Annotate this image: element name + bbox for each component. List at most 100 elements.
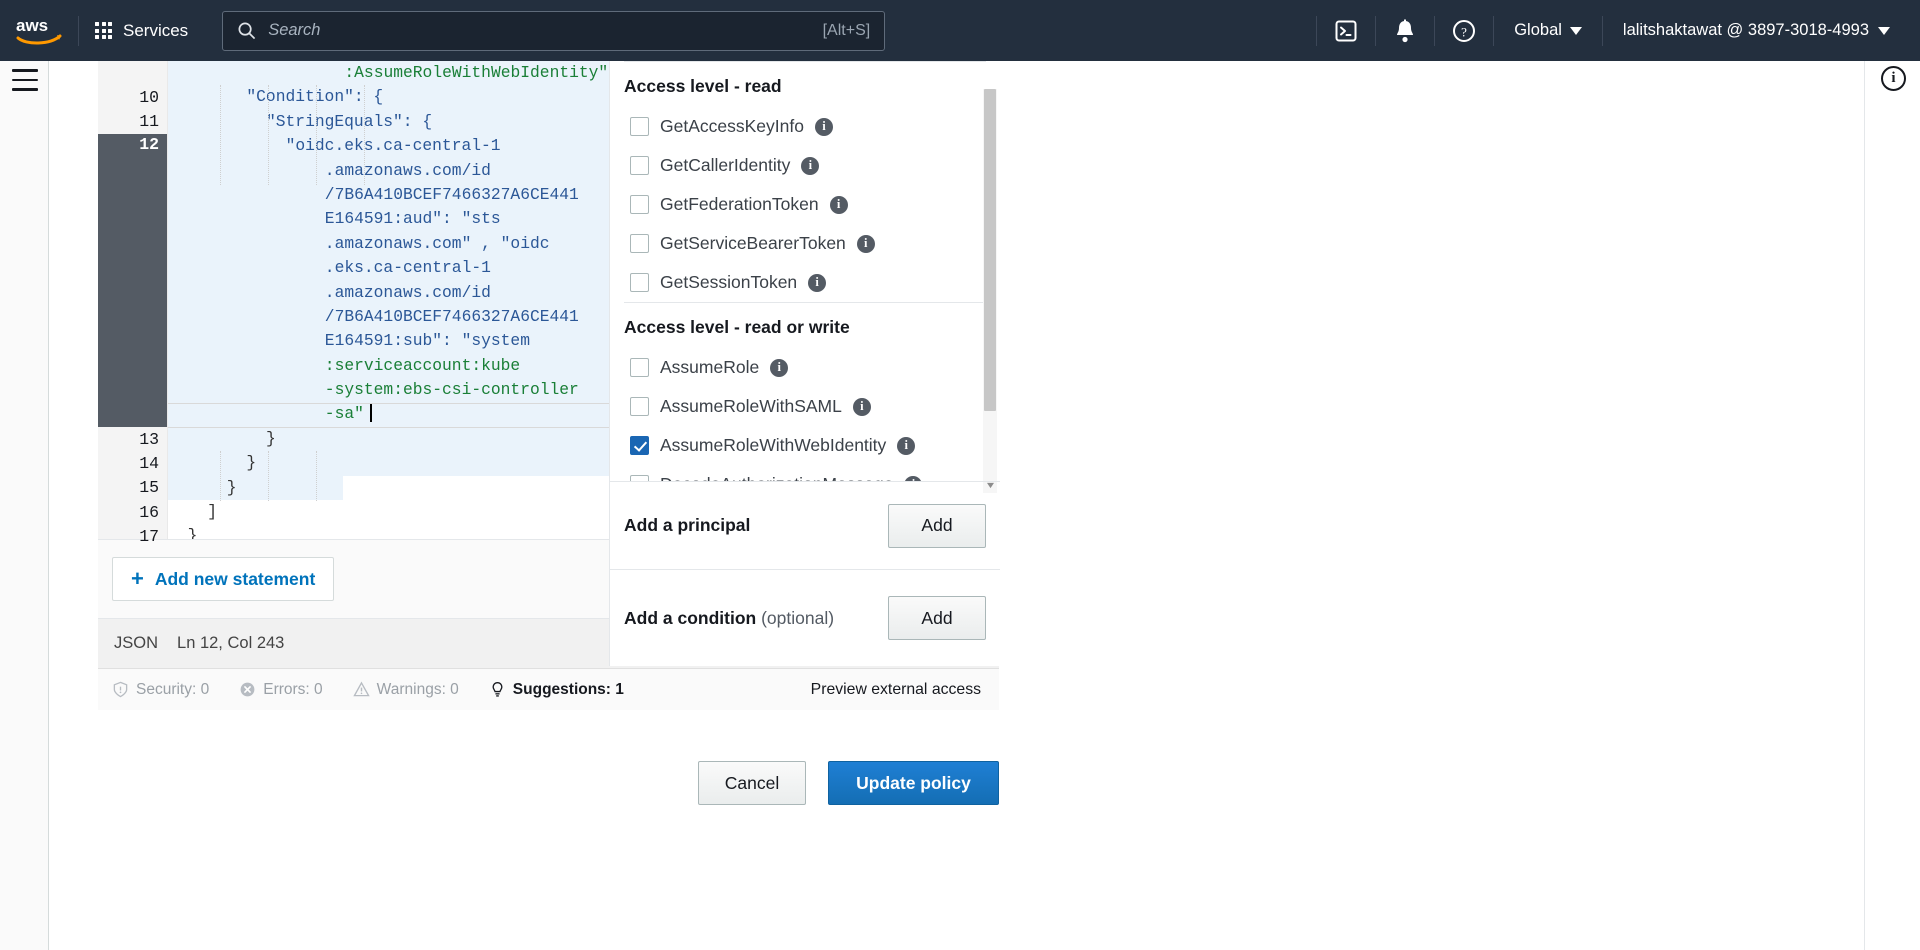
code-token: E164591:sub": "system [324,331,530,351]
permission-label[interactable]: GetServiceBearerToken [660,233,846,254]
cloudshell-icon [1335,20,1357,41]
checkbox-unchecked[interactable] [630,156,649,175]
text-cursor [369,403,372,423]
code-token: -sa" [324,404,364,424]
permission-row[interactable]: GetServiceBearerToken i [624,224,986,263]
permission-label[interactable]: GetFederationToken [660,194,819,215]
permission-row[interactable]: AssumeRoleWithSAML i [624,387,986,426]
info-icon[interactable]: i [897,436,916,455]
help-button[interactable]: ? [1435,0,1493,61]
permissions-panel: Access level - read GetAccessKeyInfo i GetC… [609,61,1000,666]
code-token: "StringEquals": { [266,111,433,131]
permission-label[interactable]: DecodeAuthorizationMessage [660,474,893,481]
permission-label[interactable]: AssumeRoleWithWebIdentity [660,435,886,456]
warnings-findings[interactable]: Warnings: 0 [352,680,459,699]
access-level-heading: Access level - read [624,76,782,96]
permission-row[interactable]: GetFederationToken i [624,185,986,224]
security-findings[interactable]: Security: 0 [112,681,209,699]
access-level-heading: Access level - read or write [624,317,850,337]
permissions-scroll-region[interactable]: Access level - read GetAccessKeyInfo i GetC… [610,61,1000,481]
update-policy-button[interactable]: Update policy [828,761,999,805]
indent-guide [268,85,269,185]
info-icon[interactable]: i [829,195,848,214]
region-selector[interactable]: Global [1494,0,1602,61]
lightbulb-icon [492,682,503,697]
warnings-label: Warnings: 0 [376,680,459,698]
permission-row[interactable]: DecodeAuthorizationMessagei [624,465,986,481]
checkbox-unchecked[interactable] [630,358,649,377]
editor-cursor-position: Ln 12, Col 243 [177,634,285,652]
notifications-button[interactable] [1376,0,1434,61]
code-token: :AssumeRoleWithWebIdentity", [344,63,618,82]
permission-label[interactable]: AssumeRole [660,357,759,378]
permission-row[interactable]: AssumeRole i [624,348,986,387]
left-rail [0,61,49,950]
permission-label[interactable]: GetCallerIdentity [660,155,790,176]
code-token: } [187,526,198,539]
checkbox-unchecked[interactable] [630,234,649,253]
errors-findings[interactable]: Errors: 0 [239,681,323,699]
permission-label[interactable]: GetSessionToken [660,272,797,293]
form-actions: Cancel Update policy [98,761,999,805]
code-token: .amazonaws.com" , "oidc [324,233,550,253]
checkbox-checked[interactable] [630,436,649,455]
cancel-button[interactable]: Cancel [698,761,806,805]
account-menu[interactable]: lalitshaktawat @ 3897-3018-4993 [1603,0,1906,61]
code-token: "Condition": { [246,87,384,107]
editor-line-number: 10▾ [98,85,178,109]
editor-line-number: 13 [139,429,159,449]
svg-text:?: ? [1461,24,1467,39]
add-condition-button[interactable]: Add [888,596,986,640]
info-icon[interactable]: i [801,156,820,175]
editor-line-number: 17 [139,527,159,547]
chevron-down-icon [1878,26,1890,35]
permission-row[interactable]: GetCallerIdentity i [624,146,986,185]
search-input[interactable]: Search [Alt+S] [222,10,886,51]
add-new-statement-label: Add new statement [154,568,316,589]
help-icon: ? [1453,19,1476,42]
code-token: :serviceaccount:kube [324,355,521,375]
info-icon[interactable]: i [808,273,827,292]
account-label: lalitshaktawat @ 3897-3018-4993 [1622,21,1869,39]
permissions-scroll-thumb[interactable] [984,89,996,411]
code-token: /7B6A410BCEF7466327A6CE441 [324,306,579,326]
plus-icon: + [131,566,144,591]
permission-label[interactable]: GetAccessKeyInfo [660,116,804,137]
code-token: } [246,453,257,473]
info-icon[interactable]: i [856,234,875,253]
checkbox-unchecked[interactable] [630,195,649,214]
services-menu-button[interactable]: Services [79,0,204,61]
add-principal-label: Add a principal [624,515,751,535]
code-token: ] [207,502,217,522]
bell-icon [1397,19,1414,42]
security-label: Security: 0 [136,680,210,698]
add-new-statement-button[interactable]: + Add new statement [112,557,335,601]
code-token: .eks.ca-central-1 [324,258,491,278]
code-token: E164591:aud": "sts [324,209,501,229]
info-icon[interactable]: i [852,397,871,416]
editor-line-number: 16 [139,502,159,522]
chevron-down-icon [1569,26,1582,35]
checkbox-unchecked[interactable] [630,117,649,136]
suggestions-findings[interactable]: Suggestions: 1 [489,681,624,699]
aws-logo[interactable]: aws [0,16,78,46]
permission-row[interactable]: GetSessionToken i [624,263,986,302]
info-icon[interactable]: i [770,358,789,377]
permission-row[interactable]: GetAccessKeyInfo i [624,107,986,146]
info-panel-button[interactable]: i [1881,66,1906,91]
add-condition-optional: (optional) [756,607,835,628]
indent-guide [220,451,221,501]
indent-guide [220,85,221,185]
nav-right-group: ? Global lalitshaktawat @ 3897-3018-4993 [1316,0,1920,61]
add-principal-button[interactable]: Add [888,503,986,548]
info-icon[interactable]: i [814,117,833,136]
editor-line-number: 15 [139,478,159,498]
permission-row[interactable]: AssumeRoleWithWebIdentity i [624,426,986,465]
cloudshell-button[interactable] [1317,0,1375,61]
checkbox-unchecked[interactable] [630,273,649,292]
permission-label[interactable]: AssumeRoleWithSAML [660,396,842,417]
menu-toggle-button[interactable] [12,69,38,91]
checkbox-unchecked[interactable] [630,397,649,416]
permissions-scrollbar[interactable] [983,89,997,493]
preview-external-access-link[interactable]: Preview external access [811,681,981,699]
